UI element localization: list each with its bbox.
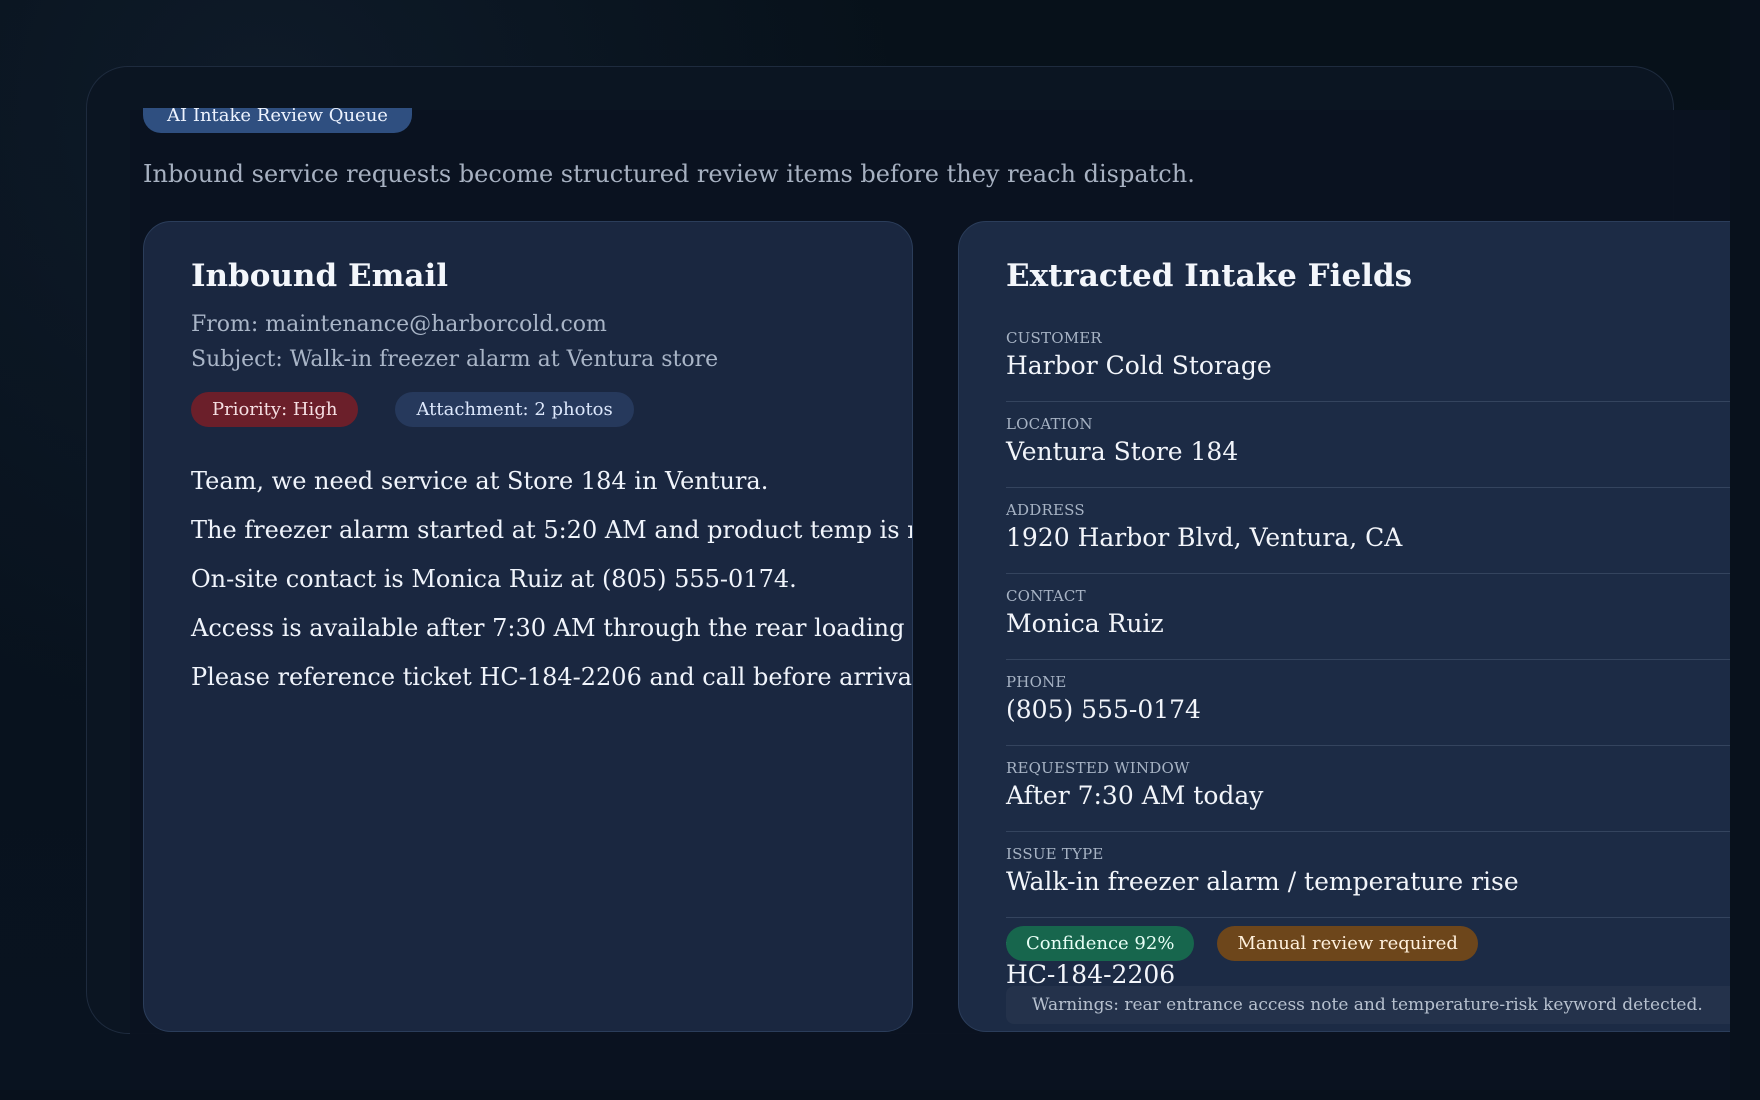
field-label: PHONE	[1006, 672, 1067, 691]
queue-title-pill: AI Intake Review Queue	[143, 108, 412, 133]
viewport-bottom-edge	[0, 1090, 1760, 1100]
customer-field: CUSTOMER Harbor Cold Storage	[1006, 316, 1730, 402]
email-body: Team, we need service at Store 184 in Ve…	[191, 457, 912, 702]
field-value: (805) 555-0174	[1006, 694, 1201, 724]
email-badges: Priority: High Attachment: 2 photos	[191, 391, 865, 427]
confidence-badge: Confidence 92%	[1006, 926, 1195, 961]
extracted-intake-title: Extracted Intake Fields	[1006, 258, 1413, 294]
review-status-row: Confidence 92% Manual review required	[1006, 926, 1478, 961]
email-body-line: The freezer alarm started at 5:20 AM and…	[191, 515, 913, 544]
field-label: ISSUE TYPE	[1006, 844, 1104, 863]
manual-review-badge: Manual review required	[1217, 926, 1478, 961]
intake-field-list: CUSTOMER Harbor Cold Storage LOCATION Ve…	[1006, 316, 1730, 1000]
field-label: CONTACT	[1006, 586, 1086, 605]
issue-type-field: ISSUE TYPE Walk-in freezer alarm / tempe…	[1006, 832, 1730, 918]
email-body-line: Team, we need service at Store 184 in Ve…	[191, 466, 769, 495]
phone-field: PHONE (805) 555-0174	[1006, 660, 1730, 746]
requested-window-field: REQUESTED WINDOW After 7:30 AM today	[1006, 746, 1730, 832]
inbound-email-title: Inbound Email	[191, 258, 449, 294]
email-subject: Subject: Walk-in freezer alarm at Ventur…	[191, 346, 719, 372]
queue-title: AI Intake Review Queue	[167, 108, 388, 126]
email-meta: From: maintenance@harborcold.com Subject…	[191, 307, 865, 377]
field-label: CUSTOMER	[1006, 328, 1102, 347]
email-body-line: On-site contact is Monica Ruiz at (805) …	[191, 564, 797, 593]
contact-field: CONTACT Monica Ruiz	[1006, 574, 1730, 660]
email-body-line: Access is available after 7:30 AM throug…	[191, 613, 913, 642]
field-value: 1920 Harbor Blvd, Ventura, CA	[1006, 522, 1403, 552]
field-value: Harbor Cold Storage	[1006, 350, 1272, 380]
attachment-badge: Attachment: 2 photos	[395, 391, 634, 427]
field-label: REQUESTED WINDOW	[1006, 758, 1190, 777]
field-value: Monica Ruiz	[1006, 608, 1164, 638]
viewport-right-edge	[1730, 0, 1760, 1100]
review-queue-content: AI Intake Review Queue Inbound service r…	[143, 108, 1730, 1038]
priority-badge: Priority: High	[191, 391, 359, 427]
email-from: From: maintenance@harborcold.com	[191, 311, 607, 337]
address-field: ADDRESS 1920 Harbor Blvd, Ventura, CA	[1006, 488, 1730, 574]
field-value: After 7:30 AM today	[1006, 780, 1264, 810]
field-label: LOCATION	[1006, 414, 1093, 433]
email-body-line: Please reference ticket HC-184-2206 and …	[191, 662, 913, 691]
extracted-intake-panel: Extracted Intake Fields CUSTOMER Harbor …	[958, 221, 1730, 1032]
field-value: Ventura Store 184	[1006, 436, 1239, 466]
field-label: ADDRESS	[1006, 500, 1085, 519]
inbound-email-panel: Inbound Email From: maintenance@harborco…	[143, 221, 913, 1032]
ticket-value: HC-184-2206	[1006, 959, 1176, 989]
queue-subtitle: Inbound service requests become structur…	[143, 160, 1195, 188]
field-value: Walk-in freezer alarm / temperature rise	[1006, 866, 1519, 896]
location-field: LOCATION Ventura Store 184	[1006, 402, 1730, 488]
warnings-banner: Warnings: rear entrance access note and …	[1006, 986, 1730, 1024]
